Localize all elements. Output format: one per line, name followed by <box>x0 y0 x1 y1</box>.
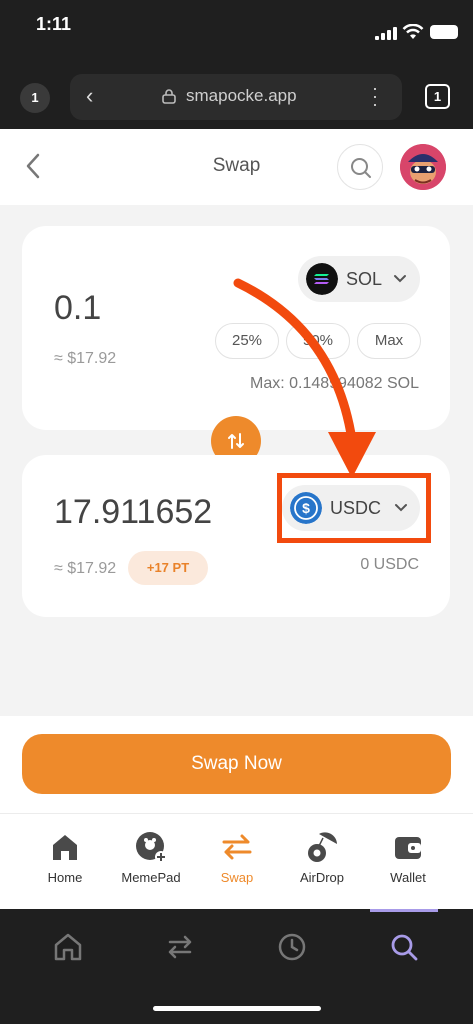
swap-arrows-icon <box>222 834 252 860</box>
nav-label: AirDrop <box>299 870 345 885</box>
more-vertical-icon[interactable]: · · · <box>372 79 378 113</box>
nav-item-memepad[interactable]: MemePad <box>106 830 196 885</box>
points-badge: +17 PT <box>128 551 208 585</box>
status-bar: 1:11 <box>0 0 473 56</box>
cellular-signal-icon <box>375 27 397 40</box>
browser-swap-icon[interactable] <box>164 931 196 963</box>
airdrop-icon <box>308 832 337 862</box>
home-indicator <box>153 1006 321 1011</box>
from-fiat-value: ≈ $17.92 <box>54 350 117 367</box>
to-amount-value: 17.911652 <box>54 493 213 531</box>
tab-group-badge[interactable]: 1 <box>20 83 50 113</box>
swap-page: Swap 0.1 ≈ $17.92 SOL 25% 50% Max Max: 0… <box>0 129 473 909</box>
active-tab-indicator <box>370 909 438 912</box>
lock-icon <box>162 89 176 104</box>
nav-item-home[interactable]: Home <box>20 830 110 885</box>
home-icon <box>53 835 77 860</box>
battery-icon <box>430 25 458 39</box>
max-balance-text: Max: 0.148994082 SOL <box>249 375 419 392</box>
max-button[interactable]: Max <box>357 323 421 359</box>
solana-icon <box>306 263 338 295</box>
swap-from-card: 0.1 ≈ $17.92 SOL 25% 50% Max Max: 0.1489… <box>22 226 450 430</box>
history-clock-icon[interactable] <box>276 931 308 963</box>
chevron-down-icon <box>394 275 406 283</box>
from-amount-input[interactable]: 0.1 <box>54 289 101 328</box>
search-icon <box>351 158 371 178</box>
search-button[interactable] <box>337 144 383 190</box>
browser-home-icon[interactable] <box>52 931 84 963</box>
wifi-icon <box>402 24 424 39</box>
nav-label: Home <box>47 870 83 885</box>
to-fiat-value: ≈ $17.92 <box>54 560 117 577</box>
address-bar[interactable]: ‹ smapocke.app · · · <box>70 74 402 120</box>
browser-search-icon[interactable] <box>388 931 420 963</box>
chevron-left-icon[interactable]: ‹ <box>86 83 93 109</box>
from-token-name: SOL <box>346 269 383 289</box>
nav-item-wallet[interactable]: Wallet <box>363 830 453 885</box>
nav-label: Swap <box>220 870 254 885</box>
from-token-selector[interactable]: SOL <box>298 256 420 302</box>
nav-item-swap[interactable]: Swap <box>192 830 282 885</box>
percent-50-button[interactable]: 50% <box>286 323 350 359</box>
percent-25-button[interactable]: 25% <box>215 323 279 359</box>
app-header: Swap <box>0 129 473 205</box>
avatar[interactable] <box>400 144 446 190</box>
swap-action-area: Swap Now <box>0 716 473 813</box>
app-bottom-nav: Home MemePad Swap AirDrop Wallet <box>0 813 473 909</box>
to-balance-text: 0 USDC <box>360 556 419 573</box>
browser-bottom-bar <box>0 909 473 1024</box>
nav-label: MemePad <box>121 870 181 885</box>
url-text: smapocke.app <box>186 86 297 105</box>
nav-item-airdrop[interactable]: AirDrop <box>277 830 367 885</box>
memepad-icon <box>136 832 167 863</box>
swap-vertical-icon <box>228 433 244 449</box>
annotation-highlight-box <box>277 473 431 543</box>
wallet-icon <box>395 837 421 859</box>
swap-now-button[interactable]: Swap Now <box>22 734 451 794</box>
nav-label: Wallet <box>390 870 426 885</box>
status-time: 1:11 <box>36 14 72 34</box>
tabs-button[interactable]: 1 <box>425 84 450 109</box>
browser-toolbar: 1 ‹ smapocke.app · · · 1 <box>0 56 473 129</box>
avatar-image <box>400 144 446 190</box>
